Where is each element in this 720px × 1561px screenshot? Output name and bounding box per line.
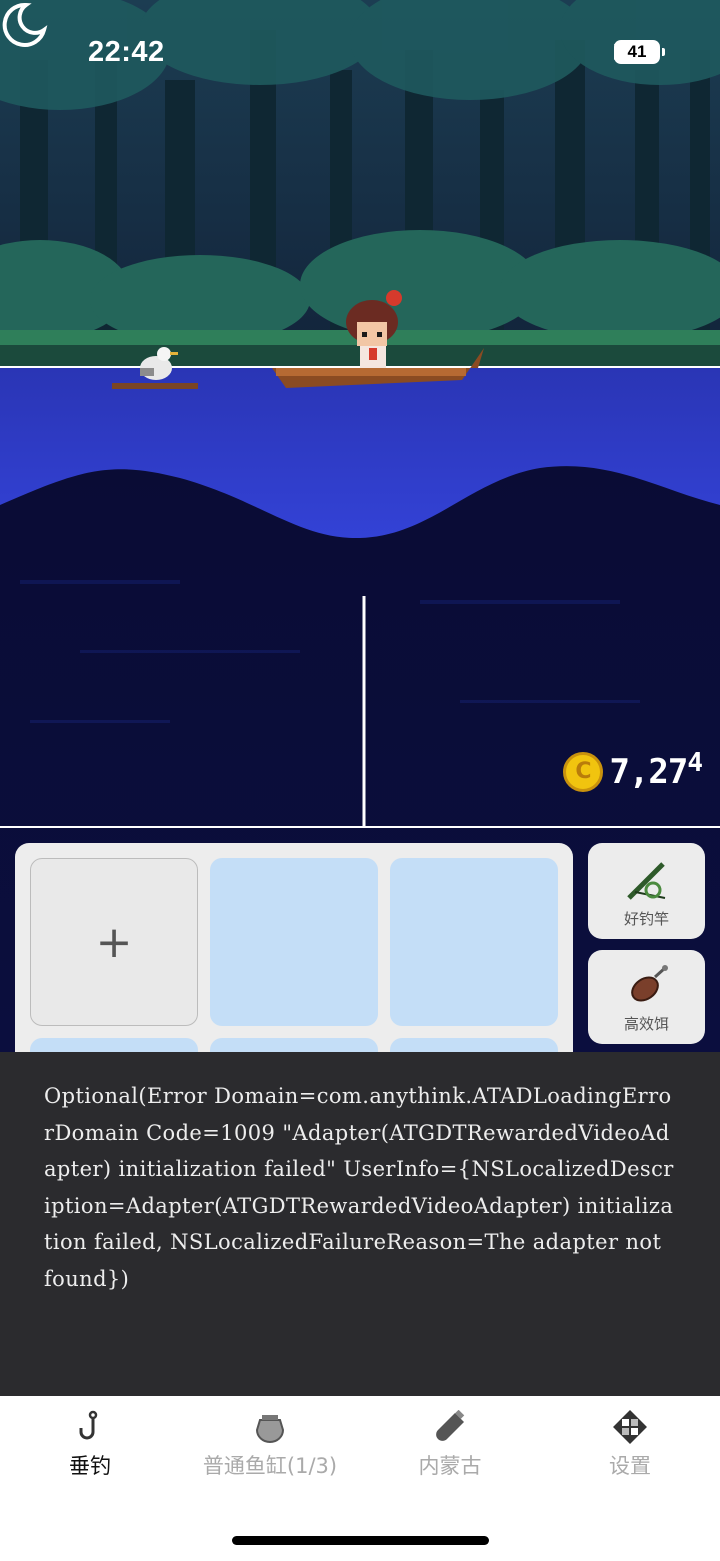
error-message-toast: Optional(Error Domain=com.anythink.ATADL… (0, 1052, 720, 1396)
good-rod-button[interactable]: 好钓竿 (588, 843, 705, 939)
settings-icon (613, 1410, 647, 1444)
bait-icon (630, 965, 668, 1002)
item-slot[interactable] (210, 858, 378, 1026)
status-time: 22:42 (88, 36, 165, 68)
efficient-bait-label: 高效饵 (623, 1015, 669, 1033)
fishing-rod-icon (626, 862, 665, 900)
bottle-icon (436, 1410, 465, 1441)
tab-fish-tank[interactable]: 普通鱼缸(1/3) (180, 1410, 360, 1480)
battery-indicator: 41 (614, 40, 665, 64)
fish-tank-icon (255, 1415, 285, 1443)
tab-inner-mongolia[interactable]: 内蒙古 (360, 1410, 540, 1480)
efficient-bait-button[interactable]: 高效饵 (588, 950, 705, 1044)
tab-inner-mongolia-label: 内蒙古 (418, 1454, 482, 1478)
add-slot-button[interactable]: + (30, 858, 198, 1026)
tab-fishing-label: 垂钓 (69, 1454, 111, 1478)
tab-settings-label: 设置 (609, 1454, 651, 1478)
good-rod-label: 好钓竿 (623, 910, 669, 928)
coin-counter: C 7,27 4 (563, 748, 703, 792)
hook-icon (79, 1410, 98, 1440)
tab-settings[interactable]: 设置 (540, 1410, 720, 1480)
item-slot[interactable] (390, 858, 558, 1026)
home-indicator (232, 1536, 489, 1545)
coin-icon: C (563, 752, 604, 792)
item-panel: + (15, 843, 573, 1073)
coin-amount-last-digit: 4 (687, 748, 703, 778)
moon-icon[interactable] (0, 0, 48, 48)
coin-amount: 7,27 (609, 752, 688, 792)
tab-fish-tank-label: 普通鱼缸(1/3) (202, 1454, 338, 1478)
status-icons: 41 (614, 40, 665, 64)
tab-fishing[interactable]: 垂钓 (0, 1410, 180, 1480)
